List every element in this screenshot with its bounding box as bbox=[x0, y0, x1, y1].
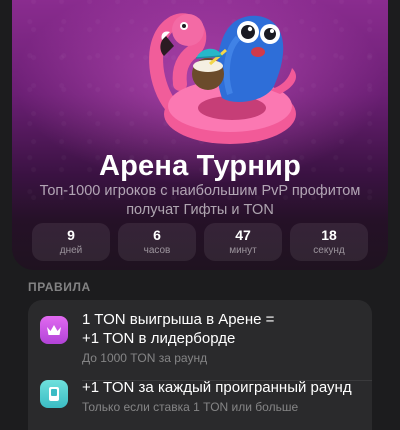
rule-line-1: +1 TON за каждый проигранный раунд bbox=[82, 379, 352, 396]
page-subtitle: Топ-1000 игроков с наибольшим PvP профит… bbox=[32, 182, 368, 220]
crown-icon bbox=[40, 316, 68, 344]
timer-unit: секунд bbox=[313, 245, 345, 256]
timer-value: 18 bbox=[321, 227, 337, 243]
timer-unit: часов bbox=[143, 245, 171, 256]
timer-value: 9 bbox=[67, 227, 75, 243]
timer-unit: дней bbox=[59, 245, 83, 256]
rule-item-win: 1 TON выигрыша в Арене = +1 TON в лидерб… bbox=[28, 310, 372, 381]
timer-seconds: 18 секунд bbox=[290, 223, 368, 261]
timer-unit: минут bbox=[229, 245, 257, 256]
subtitle-line-2: получат Гифты и TON bbox=[126, 202, 274, 218]
rule-line-1: 1 TON выигрыша в Арене = bbox=[82, 311, 275, 328]
rules-heading: ПРАВИЛА bbox=[28, 280, 91, 294]
rule-item-loss: +1 TON за каждый проигранный раунд Тольк… bbox=[28, 378, 372, 430]
timer-hours: 6 часов bbox=[118, 223, 196, 261]
rules-card: 1 TON выигрыша в Арене = +1 TON в лидерб… bbox=[28, 300, 372, 430]
rule-note: Только если ставка 1 TON или больше bbox=[82, 400, 299, 414]
phone-icon bbox=[40, 380, 68, 408]
rule-note: До 1000 TON за раунд bbox=[82, 351, 208, 365]
subtitle-line-1: Топ-1000 игроков с наибольшим PvP профит… bbox=[39, 183, 361, 199]
flamingo-float-frog-sticker bbox=[149, 13, 296, 144]
page-title: Арена Турнир bbox=[98, 150, 302, 182]
rule-line-2: +1 TON в лидерборде bbox=[82, 330, 236, 347]
timer-minutes: 47 минут bbox=[204, 223, 282, 261]
timer-value: 47 bbox=[235, 227, 251, 243]
tournament-hero: Арена Турнир Топ-1000 игроков с наибольш… bbox=[12, 0, 388, 270]
timer-value: 6 bbox=[153, 227, 161, 243]
countdown-timer: 9 дней 6 часов 47 минут 18 секунд bbox=[32, 223, 368, 261]
timer-days: 9 дней bbox=[32, 223, 110, 261]
